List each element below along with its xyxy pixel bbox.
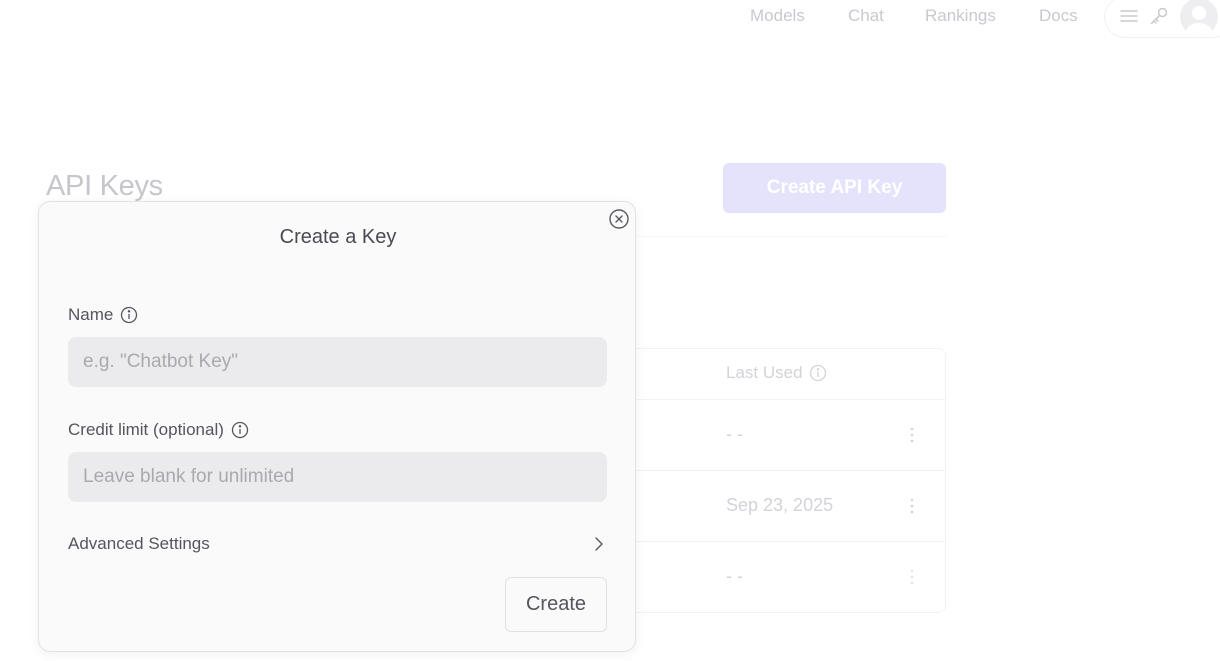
name-input[interactable] [68, 337, 607, 387]
info-icon[interactable] [809, 364, 827, 382]
credit-limit-field-label: Credit limit (optional) [68, 420, 249, 440]
more-options-icon[interactable] [904, 496, 920, 516]
create-api-key-button[interactable]: Create API Key [723, 163, 946, 213]
create-key-dialog: Create a Key Name Credit limit (optional… [38, 201, 636, 652]
nav-link-models[interactable]: Models [750, 6, 805, 26]
info-icon[interactable] [231, 421, 249, 439]
menu-icon[interactable] [1118, 5, 1140, 27]
table-cell-last-used: - - [726, 566, 743, 586]
name-label-text: Name [68, 305, 114, 324]
close-icon[interactable] [608, 208, 630, 230]
info-icon[interactable] [120, 306, 138, 324]
page-title: API Keys [46, 170, 163, 202]
credit-limit-input[interactable] [68, 452, 607, 502]
table-cell-last-used: - - [726, 424, 743, 444]
more-options-icon[interactable] [904, 425, 920, 445]
dialog-title: Create a Key [279, 226, 397, 248]
create-button[interactable]: Create [505, 577, 607, 632]
more-options-icon[interactable] [904, 567, 920, 587]
chevron-right-icon [591, 536, 607, 552]
credit-limit-label-text: Credit limit (optional) [68, 420, 224, 439]
table-cell-last-used: Sep 23, 2025 [726, 495, 834, 515]
nav-link-chat[interactable]: Chat [848, 6, 884, 26]
last-used-header-label: Last Used [726, 363, 803, 382]
top-navigation: Models Chat Rankings Docs [0, 0, 1220, 38]
advanced-settings-label: Advanced Settings [68, 534, 210, 553]
name-field-label: Name [68, 305, 138, 325]
last-used-column-header: Last Used [726, 363, 827, 383]
key-icon[interactable] [1148, 5, 1170, 27]
advanced-settings-toggle[interactable]: Advanced Settings [68, 532, 607, 556]
nav-link-docs[interactable]: Docs [1039, 6, 1078, 26]
divider [637, 236, 947, 237]
nav-link-rankings[interactable]: Rankings [925, 6, 996, 26]
